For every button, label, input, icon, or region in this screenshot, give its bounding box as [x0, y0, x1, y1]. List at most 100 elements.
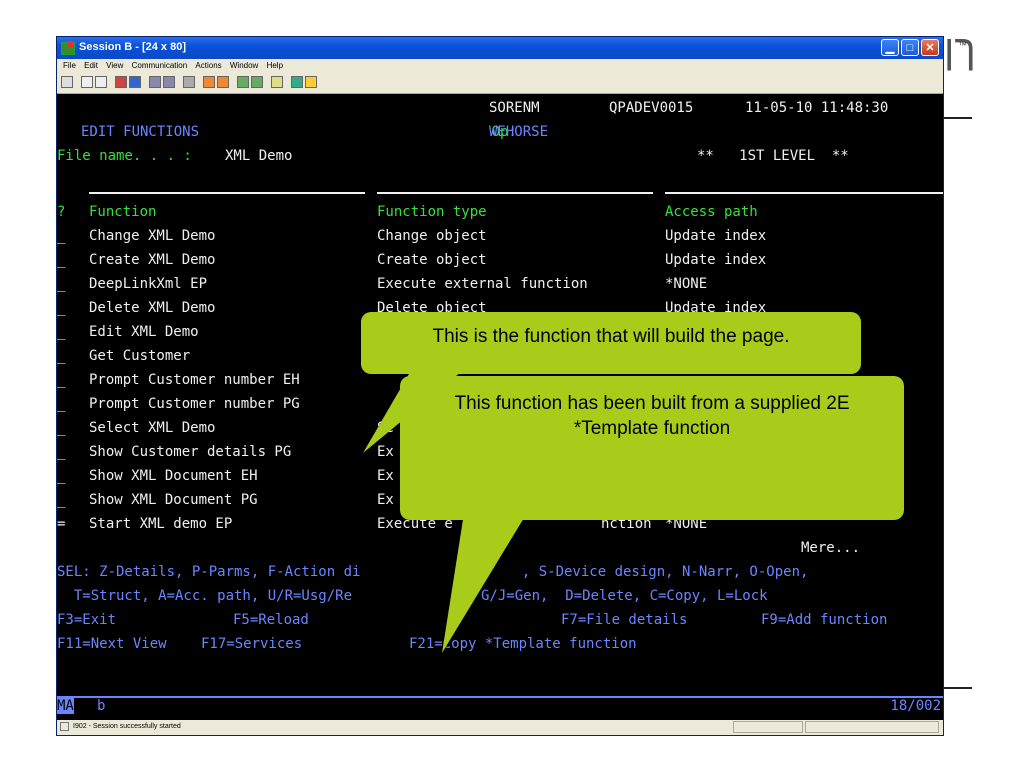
- callout-first-text: This is the function that will build the…: [432, 326, 790, 347]
- menu-actions[interactable]: Actions: [195, 61, 221, 70]
- keyboard-icon[interactable]: [163, 76, 175, 88]
- column-rule-3: [665, 192, 943, 194]
- record-icon[interactable]: [203, 76, 215, 88]
- status-bar: I902 - Session successfully started: [57, 720, 943, 735]
- row-access-path: *NONE: [665, 276, 708, 292]
- toolbar: [57, 73, 943, 94]
- title-bar[interactable]: Session B - [24 x 80] ▁ □ ✕: [57, 37, 943, 59]
- menu-edit[interactable]: Edit: [84, 61, 98, 70]
- trademark-mark: ™: [958, 40, 967, 50]
- row-function-type: Ex: [377, 492, 394, 508]
- screen-title: EDIT FUNCTIONS: [81, 124, 200, 140]
- f17-services-key[interactable]: F17=Services: [201, 632, 302, 656]
- file-name-value: XML Demo: [225, 148, 293, 164]
- callout-second: This function has been built from a supp…: [400, 376, 904, 520]
- slide-rule-top: [944, 117, 972, 119]
- row-function-name: Start XML demo EP: [89, 516, 233, 532]
- row-function-name: Prompt Customer number EH: [89, 372, 300, 388]
- row-select-field[interactable]: _: [57, 224, 65, 248]
- row-function-name: Create XML Demo: [89, 252, 216, 268]
- header-access-path: Access path: [665, 204, 758, 220]
- column-rule-1: [89, 192, 365, 194]
- level-indicator: ** 1ST LEVEL **: [697, 148, 849, 164]
- menu-bar: File Edit View Communication Actions Win…: [57, 59, 943, 73]
- cursor-position: 18/002: [890, 698, 941, 714]
- minimize-button[interactable]: ▁: [881, 39, 899, 56]
- row-function-name: Show XML Document PG: [89, 492, 258, 508]
- cursor-char: b: [97, 698, 106, 714]
- op-user: SORENM: [489, 100, 540, 116]
- display-icon[interactable]: [149, 76, 161, 88]
- row-function-type: Execute external function: [377, 276, 588, 292]
- row-select-field[interactable]: _: [57, 488, 65, 512]
- sel-help-line2: T=Struct, A=Acc. path, U/R=Usg/Re: [57, 588, 353, 604]
- status-panel-1: [733, 721, 803, 733]
- app-icon: [61, 41, 75, 55]
- column-rule-2: [377, 192, 653, 194]
- window-title: Session B - [24 x 80]: [79, 41, 186, 53]
- row-function-name: Prompt Customer number PG: [89, 396, 300, 412]
- row-access-path: Update index: [665, 228, 767, 244]
- copy-icon[interactable]: [81, 76, 93, 88]
- row-select-field[interactable]: _: [57, 368, 65, 392]
- row-select-field[interactable]: _: [57, 464, 65, 488]
- row-access-path: Update index: [665, 252, 767, 268]
- row-select-field[interactable]: =: [57, 512, 65, 536]
- row-select-field[interactable]: _: [57, 392, 65, 416]
- play-icon[interactable]: [217, 76, 229, 88]
- menu-view[interactable]: View: [106, 61, 123, 70]
- library-name: WEHORSE: [489, 124, 549, 140]
- pencil-icon[interactable]: [305, 76, 317, 88]
- menu-window[interactable]: Window: [230, 61, 258, 70]
- sel-help-line1: SEL: Z-Details, P-Parms, F-Action di: [57, 564, 361, 580]
- ma-indicator: MA: [57, 698, 74, 714]
- row-function-name: DeepLinkXml EP: [89, 276, 208, 292]
- f9-add-function-key[interactable]: F9=Add function: [761, 608, 887, 632]
- job-name: QPADEV0015: [609, 100, 694, 116]
- row-select-field[interactable]: _: [57, 248, 65, 272]
- print-screen-icon[interactable]: [61, 76, 73, 88]
- row-function-name: Show Customer details PG: [89, 444, 292, 460]
- row-function-name: Edit XML Demo: [89, 324, 199, 340]
- f5-reload-key[interactable]: F5=Reload: [233, 608, 309, 632]
- f11-next-view-key[interactable]: F11=Next View: [57, 632, 167, 656]
- row-function-name: Change XML Demo: [89, 228, 216, 244]
- row-function-type: Create object: [377, 252, 487, 268]
- row-select-field[interactable]: _: [57, 440, 65, 464]
- globe-icon[interactable]: [291, 76, 303, 88]
- transfer-down-icon[interactable]: [251, 76, 263, 88]
- transfer-up-icon[interactable]: [237, 76, 249, 88]
- status-message: I902 - Session successfully started: [73, 723, 181, 730]
- row-function-name: Select XML Demo: [89, 420, 216, 436]
- callout-first: This is the function that will build the…: [361, 312, 861, 374]
- clipboard-icon[interactable]: [271, 76, 283, 88]
- logo-fragment: ךן: [944, 28, 976, 72]
- header-sel: ?: [57, 204, 66, 220]
- row-select-field[interactable]: _: [57, 416, 65, 440]
- session-status-icon: [60, 722, 69, 731]
- row-function-name: Delete XML Demo: [89, 300, 216, 316]
- datetime: 11-05-10 11:48:30: [745, 100, 889, 116]
- receive-icon[interactable]: [129, 76, 141, 88]
- send-icon[interactable]: [115, 76, 127, 88]
- paste-icon[interactable]: [95, 76, 107, 88]
- row-function-name: Show XML Document EH: [89, 468, 258, 484]
- menu-file[interactable]: File: [63, 61, 76, 70]
- operator-info-area: MA b 18/002: [57, 696, 943, 718]
- row-select-field[interactable]: _: [57, 296, 65, 320]
- menu-help[interactable]: Help: [267, 61, 283, 70]
- row-select-field[interactable]: _: [57, 320, 65, 344]
- row-select-field[interactable]: _: [57, 344, 65, 368]
- close-button[interactable]: ✕: [921, 39, 939, 56]
- row-select-field[interactable]: _: [57, 272, 65, 296]
- status-panel-2: [805, 721, 939, 733]
- menu-communication[interactable]: Communication: [132, 61, 188, 70]
- macro-icon[interactable]: [183, 76, 195, 88]
- f3-exit-key[interactable]: F3=Exit: [57, 608, 116, 632]
- header-function: Function: [89, 204, 157, 220]
- file-name-label: File name. . . :: [57, 148, 192, 164]
- more-indicator: Mere...: [801, 540, 861, 556]
- row-function-type: Change object: [377, 228, 487, 244]
- maximize-button[interactable]: □: [901, 39, 919, 56]
- callout-second-text: This function has been built from a supp…: [454, 393, 850, 439]
